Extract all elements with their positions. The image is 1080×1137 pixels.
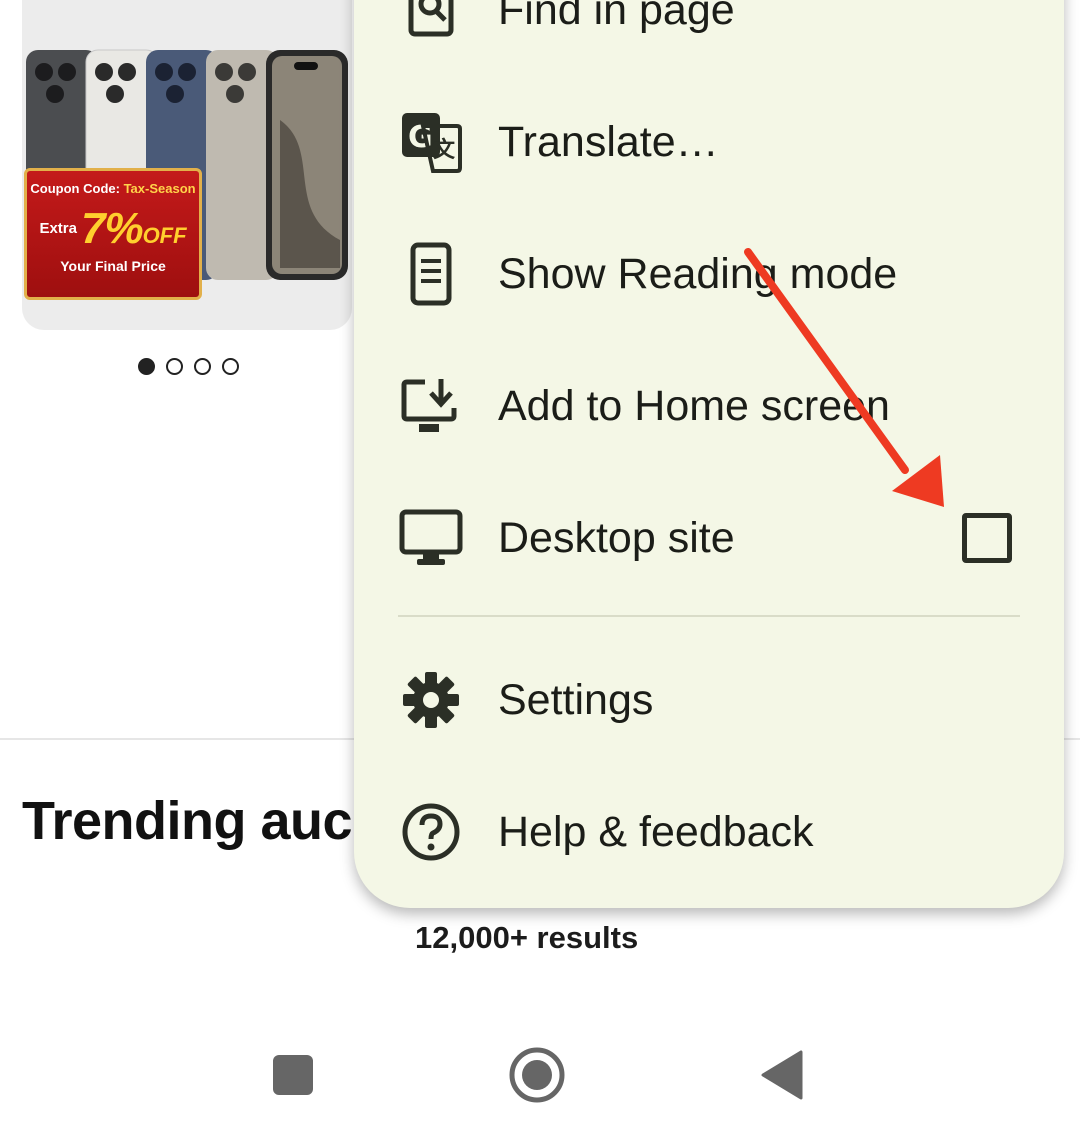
carousel-indicator [138,358,239,375]
help-icon [398,799,464,865]
translate-icon: G文 [398,109,464,175]
promo-card[interactable]: Coupon Code: Tax-Season Extra7%OFF Your … [22,0,352,330]
coupon-badge: Coupon Code: Tax-Season Extra7%OFF Your … [24,168,202,300]
carousel-dot[interactable] [166,358,183,375]
desktop-site-checkbox[interactable] [962,513,1012,563]
menu-item-label: Settings [498,675,654,724]
carousel-dot[interactable] [138,358,155,375]
coupon-code: Tax-Season [123,181,196,196]
menu-item-label: Find in page [498,0,735,34]
menu-item-label: Help & feedback [498,807,814,856]
menu-item-translate[interactable]: G文 Translate… [354,92,1064,192]
gear-icon [398,667,464,733]
coupon-final-price-label: Your Final Price [60,258,166,274]
menu-item-label: Desktop site [498,513,735,562]
coupon-discount-suffix: OFF [142,223,187,248]
overflow-menu: Find in page G文 Translate… Show Reading … [354,0,1064,908]
menu-item-help-feedback[interactable]: Help & feedback [354,782,1064,882]
menu-item-desktop-site[interactable]: Desktop site [354,488,1064,588]
system-navigation-bar [0,1010,1080,1137]
reading-mode-icon [398,241,464,307]
menu-item-label: Show Reading mode [498,249,898,298]
carousel-dot[interactable] [222,358,239,375]
recents-square-icon[interactable] [258,1040,328,1110]
carousel-dot[interactable] [194,358,211,375]
menu-item-add-to-home-screen[interactable]: Add to Home screen [354,356,1064,456]
menu-item-reading-mode[interactable]: Show Reading mode [354,224,1064,324]
home-circle-icon[interactable] [502,1040,572,1110]
find-in-page-icon [398,0,464,43]
menu-item-label: Translate… [498,117,719,166]
back-triangle-icon[interactable] [746,1040,816,1110]
coupon-discount-value: 7% [80,204,144,253]
desktop-icon [398,505,464,571]
add-to-home-screen-icon [398,373,464,439]
results-count: 12,000+ results [415,920,639,955]
coupon-extra-label: Extra [39,220,77,237]
coupon-prefix: Coupon Code: [30,181,124,196]
menu-divider [398,615,1020,617]
svg-text:文: 文 [433,137,456,163]
menu-item-settings[interactable]: Settings [354,650,1064,750]
menu-item-label: Add to Home screen [498,381,890,430]
section-title: Trending auc [22,791,353,851]
coupon-code-line: Coupon Code: Tax-Season [27,181,199,196]
coupon-discount: Extra7%OFF [27,204,199,254]
menu-item-find-in-page[interactable]: Find in page [354,0,1064,60]
